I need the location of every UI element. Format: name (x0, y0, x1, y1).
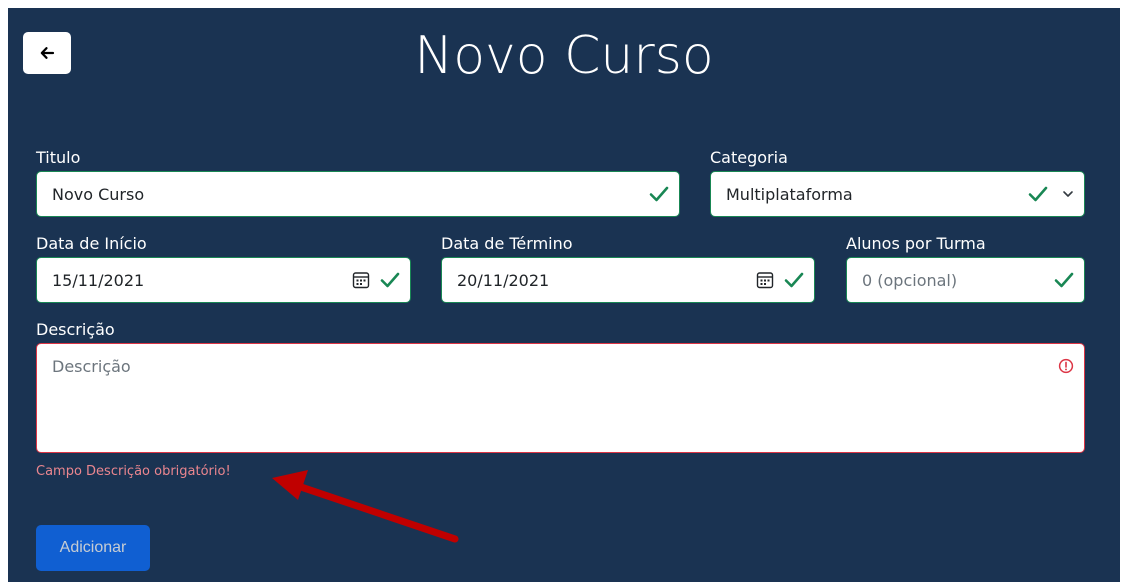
data-termino-input[interactable]: 20/11/2021 (441, 257, 815, 303)
alunos-label: Alunos por Turma (846, 234, 986, 253)
check-icon (784, 272, 804, 288)
chevron-down-icon (1063, 191, 1073, 197)
exclamation-circle-icon (1058, 358, 1074, 374)
titulo-label: Titulo (36, 148, 81, 167)
descricao-placeholder: Descrição (52, 357, 131, 376)
titulo-input[interactable]: Novo Curso (36, 171, 680, 217)
data-inicio-label: Data de Início (36, 234, 147, 253)
data-termino-value: 20/11/2021 (457, 270, 550, 290)
calendar-icon[interactable] (756, 271, 774, 289)
form-panel: Novo Curso Titulo Novo Curso Categoria M… (8, 8, 1120, 582)
data-inicio-value: 15/11/2021 (52, 270, 145, 290)
categoria-select[interactable]: Multiplataforma (710, 171, 1085, 217)
categoria-value: Multiplataforma (726, 184, 853, 204)
alunos-input[interactable]: 0 (opcional) (846, 257, 1085, 303)
check-icon (380, 272, 400, 288)
data-termino-label: Data de Término (441, 234, 573, 253)
alunos-placeholder: 0 (opcional) (862, 270, 958, 290)
descricao-textarea[interactable]: Descrição (36, 343, 1085, 453)
descricao-label: Descrição (36, 320, 115, 339)
calendar-icon[interactable] (352, 271, 370, 289)
check-icon (649, 186, 669, 202)
check-icon (1028, 186, 1048, 202)
descricao-error-message: Campo Descrição obrigatório! (36, 464, 231, 479)
titulo-value: Novo Curso (52, 184, 145, 204)
add-button[interactable]: Adicionar (36, 525, 150, 571)
data-inicio-input[interactable]: 15/11/2021 (36, 257, 411, 303)
check-icon (1054, 272, 1074, 288)
page-title: Novo Curso (414, 26, 714, 86)
categoria-label: Categoria (710, 148, 788, 167)
